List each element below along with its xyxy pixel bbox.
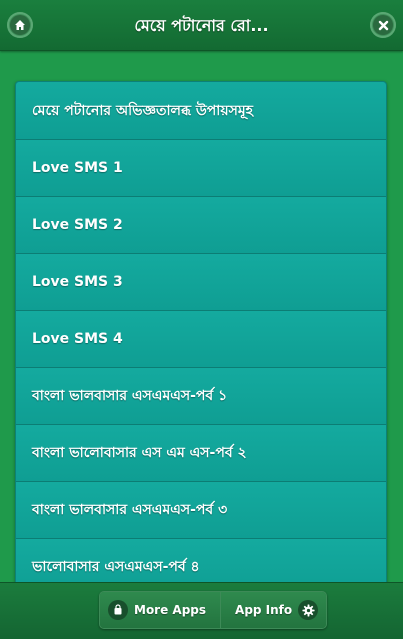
list-item[interactable]: Love SMS 1 xyxy=(16,139,386,196)
list-item[interactable]: Love SMS 2 xyxy=(16,196,386,253)
app-info-button[interactable]: App Info xyxy=(220,592,327,628)
footer-bar: More Apps App Info xyxy=(0,582,403,639)
footer-button-group: More Apps App Info xyxy=(99,591,328,629)
home-icon xyxy=(10,15,30,35)
list-item[interactable]: Love SMS 3 xyxy=(16,253,386,310)
shopping-bag-icon xyxy=(108,600,128,620)
list-item[interactable]: বাংলা ভালোবাসার এস এম এস-পর্ব ২ xyxy=(16,424,386,481)
list-item[interactable]: Love SMS 4 xyxy=(16,310,386,367)
home-button[interactable] xyxy=(7,12,33,38)
list-item-label: Love SMS 4 xyxy=(32,331,123,347)
list-item-label: Love SMS 2 xyxy=(32,217,123,233)
list-item[interactable]: বাংলা ভালবাসার এসএমএস-পর্ব ১ xyxy=(16,367,386,424)
list-item-label: বাংলা ভালবাসার এসএমএস-পর্ব ১ xyxy=(32,388,228,404)
more-apps-button[interactable]: More Apps xyxy=(100,592,221,628)
menu-list: মেয়ে পটানোর অভিজ্ঞতালব্ধ উপায়সমূহ Love… xyxy=(15,81,387,596)
header-bar: মেয়ে পটানোর রো... xyxy=(0,0,403,51)
list-item-label: Love SMS 3 xyxy=(32,274,123,290)
list-item[interactable]: মেয়ে পটানোর অভিজ্ঞতালব্ধ উপায়সমূহ xyxy=(16,82,386,139)
list-item[interactable]: বাংলা ভালবাসার এসএমএস-পর্ব ৩ xyxy=(16,481,386,538)
list-item-label: ভালোবাসার এসএমএস-পর্ব ৪ xyxy=(32,559,200,575)
list-item-label: বাংলা ভালবাসার এসএমএস-পর্ব ৩ xyxy=(32,502,228,518)
more-apps-label: More Apps xyxy=(134,603,207,617)
close-icon xyxy=(373,15,393,35)
list-item-label: মেয়ে পটানোর অভিজ্ঞতালব্ধ উপায়সমূহ xyxy=(32,102,253,119)
close-button[interactable] xyxy=(370,12,396,38)
page-title: মেয়ে পটানোর রো... xyxy=(134,16,269,35)
gear-icon xyxy=(298,600,319,620)
list-item-label: Love SMS 1 xyxy=(32,160,123,176)
list-item-label: বাংলা ভালোবাসার এস এম এস-পর্ব ২ xyxy=(32,445,247,461)
app-info-label: App Info xyxy=(235,603,293,617)
